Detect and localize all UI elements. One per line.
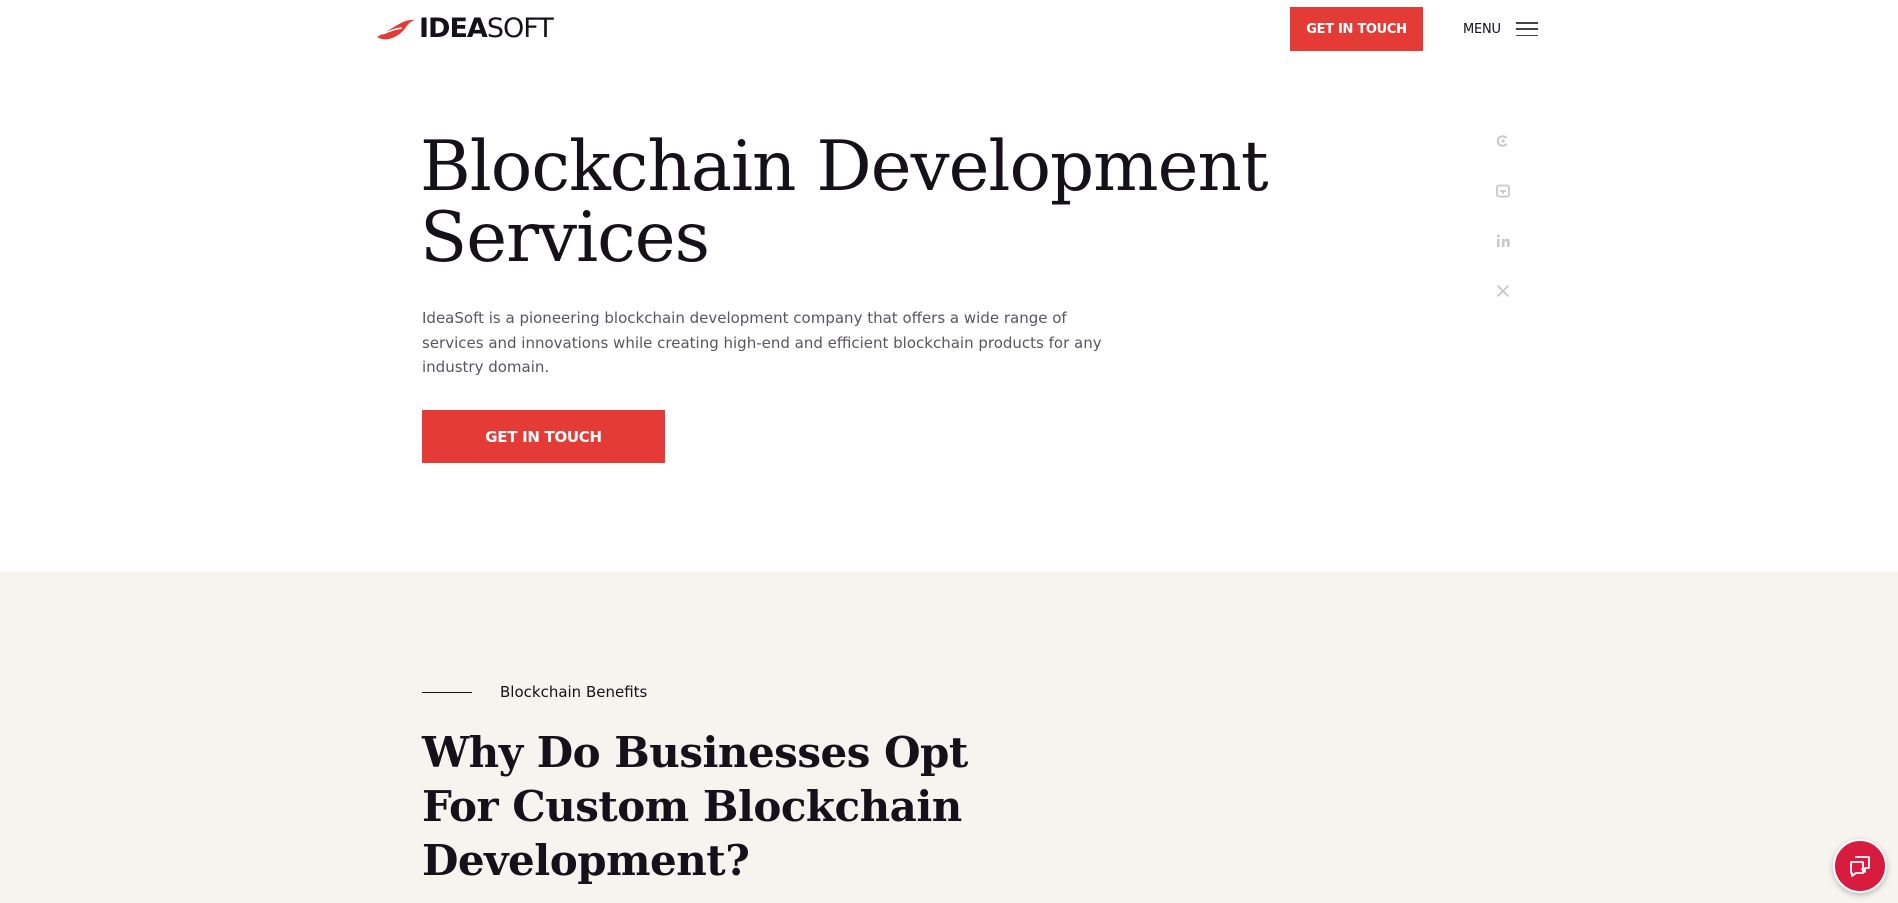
goodfirms-icon[interactable] (1494, 182, 1512, 200)
eyebrow-label: Blockchain Benefits (500, 683, 648, 701)
benefits-title-line-1: Why Do Businesses Opt (422, 728, 968, 777)
header-get-in-touch-button[interactable]: GET IN TOUCH (1290, 7, 1423, 51)
blockchain-benefits-section: Blockchain Benefits Why Do Businesses Op… (0, 572, 1898, 903)
logo-wordmark: IDEASOFT (419, 13, 554, 44)
benefits-title-line-2: For Custom Blockchain (422, 782, 962, 831)
hero-get-in-touch-button[interactable]: GET IN TOUCH (422, 410, 665, 463)
hero-description: IdeaSoft is a pioneering blockchain deve… (422, 309, 1102, 376)
site-header: IDEASOFT GET IN TOUCH MENU (0, 0, 1898, 60)
clutch-icon[interactable] (1494, 132, 1512, 150)
ideasoft-bird-icon (377, 19, 415, 40)
menu-label: MENU (1463, 21, 1501, 37)
section-eyebrow: Blockchain Benefits (422, 683, 647, 701)
x-icon[interactable] (1494, 282, 1512, 300)
menu-toggle[interactable]: MENU (1463, 17, 1538, 41)
hero-title: Blockchain Development Services (420, 132, 1320, 274)
hamburger-icon (1515, 22, 1538, 36)
benefits-title: Why Do Businesses Opt For Custom Blockch… (422, 726, 982, 888)
chat-button[interactable] (1833, 839, 1887, 893)
chat-icon (1850, 856, 1870, 877)
linkedin-icon[interactable] (1494, 232, 1512, 250)
ideasoft-logo[interactable]: IDEASOFT (375, 13, 554, 44)
benefits-title-line-3: Development? (422, 836, 750, 885)
eyebrow-divider (422, 691, 472, 693)
hero-title-line-2: Services (420, 198, 710, 278)
hero-title-line-1: Blockchain Development (420, 127, 1269, 207)
